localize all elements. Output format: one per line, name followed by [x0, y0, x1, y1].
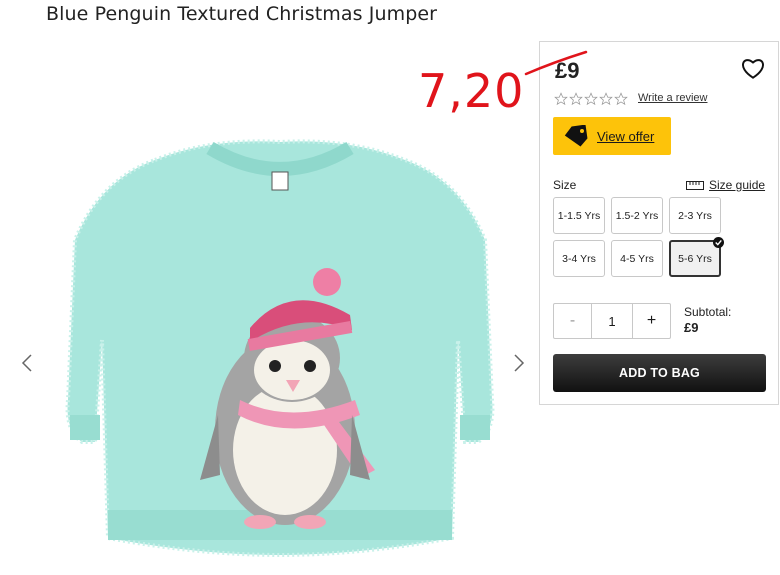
handwritten-price-annotation: 7,20: [418, 64, 525, 118]
add-to-bag-button[interactable]: ADD TO BAG: [553, 354, 766, 392]
star-icon: [554, 92, 568, 106]
size-guide-link[interactable]: Size guide: [686, 178, 765, 192]
chevron-right-icon: [514, 354, 525, 372]
product-image: [65, 139, 495, 558]
subtotal-label: Subtotal:: [684, 305, 732, 319]
purchase-panel: £9 Write a review View offer Size Size g…: [524, 41, 779, 405]
size-label: Size: [553, 178, 577, 192]
star-icon: [599, 92, 613, 106]
write-review-link[interactable]: Write a review: [638, 92, 707, 104]
star-icon: [614, 92, 628, 106]
size-option-label: 5-6 Yrs: [678, 252, 712, 265]
rating-stars: [554, 92, 628, 106]
quantity-stepper: - 1 +: [553, 303, 671, 339]
size-option[interactable]: 1-1.5 Yrs: [553, 197, 605, 234]
heart-icon[interactable]: [740, 56, 766, 82]
star-icon: [569, 92, 583, 106]
subtotal-value: £9: [684, 320, 699, 335]
size-option[interactable]: 2-3 Yrs: [669, 197, 721, 234]
size-option[interactable]: 4-5 Yrs: [611, 240, 663, 277]
quantity-increase-button[interactable]: +: [633, 304, 670, 338]
checkmark-icon: [713, 237, 724, 248]
price-old: £9: [555, 58, 580, 83]
next-image-button[interactable]: [508, 348, 530, 378]
view-offer-button[interactable]: View offer: [553, 117, 671, 155]
view-offer-label: View offer: [597, 128, 655, 144]
previous-image-button[interactable]: [16, 348, 38, 378]
quantity-input[interactable]: 1: [591, 304, 633, 338]
size-option-selected[interactable]: 5-6 Yrs: [669, 237, 724, 277]
size-option[interactable]: 3-4 Yrs: [553, 240, 605, 277]
size-guide-label: Size guide: [709, 178, 766, 192]
chevron-left-icon: [21, 354, 32, 372]
product-title: Blue Penguin Textured Christmas Jumper: [46, 3, 438, 25]
size-option[interactable]: 1.5-2 Yrs: [611, 197, 663, 234]
quantity-decrease-button[interactable]: -: [554, 304, 591, 338]
tag-icon: [564, 125, 588, 147]
star-icon: [584, 92, 598, 106]
ruler-icon: [686, 180, 704, 190]
